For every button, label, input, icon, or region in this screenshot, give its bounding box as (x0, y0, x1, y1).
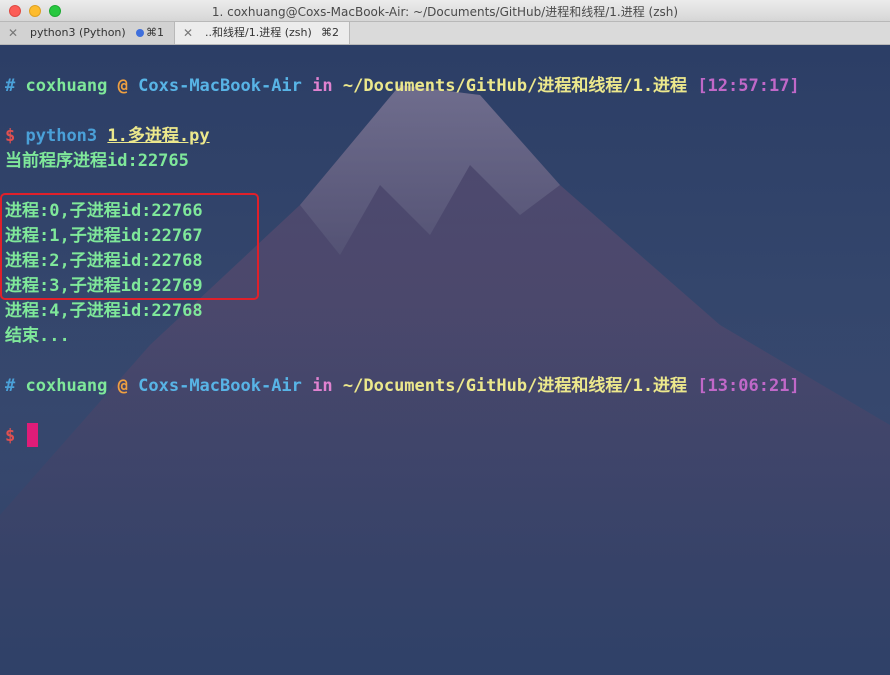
tab-python3[interactable]: ✕ python3 (Python) ⌘1 (0, 22, 175, 44)
tab-label: python3 (Python) (30, 26, 126, 39)
command-program: python3 (25, 126, 98, 146)
title-bar: 1. coxhuang@Coxs-MacBook-Air: ~/Document… (0, 0, 890, 22)
output-line: 进程:4,子进程id:22768 (5, 301, 203, 321)
tab-shortcut: ⌘2 (321, 26, 339, 39)
prompt-host: Coxs-MacBook-Air (138, 376, 302, 396)
prompt-at: @ (117, 376, 128, 396)
tab-bar: ✕ python3 (Python) ⌘1 ✕ ..和线程/1.进程 (zsh)… (0, 22, 890, 45)
close-tab-icon[interactable]: ✕ (183, 22, 193, 44)
tab-shortcut: ⌘1 (146, 26, 164, 39)
highlight-box (0, 193, 259, 300)
prompt-user: coxhuang (25, 376, 108, 396)
tab-label: ..和线程/1.进程 (zsh) (205, 26, 312, 39)
prompt-hash: # (5, 76, 16, 96)
prompt-in: in (312, 376, 333, 396)
prompt-host: Coxs-MacBook-Air (138, 76, 302, 96)
text-cursor (27, 423, 38, 447)
prompt-path: ~/Documents/GitHub/进程和线程/1.进程 (342, 76, 688, 96)
output-line: 结束... (5, 326, 70, 346)
input-line[interactable]: $ (5, 425, 15, 447)
prompt-dollar: $ (5, 426, 16, 446)
output-line: 当前程序进程id:22765 (5, 151, 189, 171)
prompt-at: @ (117, 76, 128, 96)
command-line: $ python3 1.多进程.py (5, 125, 210, 147)
close-tab-icon[interactable]: ✕ (8, 22, 18, 44)
prompt-in: in (312, 76, 333, 96)
prompt-hash: # (5, 376, 16, 396)
prompt-time: [12:57:17] (697, 76, 800, 96)
prompt-user: coxhuang (25, 76, 108, 96)
activity-dot-icon (136, 29, 144, 37)
tab-zsh[interactable]: ✕ ..和线程/1.进程 (zsh) ⌘2 (175, 22, 350, 44)
prompt-line: # coxhuang @ Coxs-MacBook-Air in ~/Docum… (5, 75, 800, 97)
terminal-content[interactable]: # coxhuang @ Coxs-MacBook-Air in ~/Docum… (0, 45, 890, 675)
prompt-dollar: $ (5, 126, 16, 146)
prompt-line: # coxhuang @ Coxs-MacBook-Air in ~/Docum… (5, 375, 800, 397)
prompt-path: ~/Documents/GitHub/进程和线程/1.进程 (342, 376, 688, 396)
prompt-time: [13:06:21] (697, 376, 800, 396)
window-title: 1. coxhuang@Coxs-MacBook-Air: ~/Document… (211, 5, 679, 19)
terminal-window: 1. coxhuang@Coxs-MacBook-Air: ~/Document… (0, 0, 890, 675)
command-argument: 1.多进程.py (107, 126, 210, 146)
